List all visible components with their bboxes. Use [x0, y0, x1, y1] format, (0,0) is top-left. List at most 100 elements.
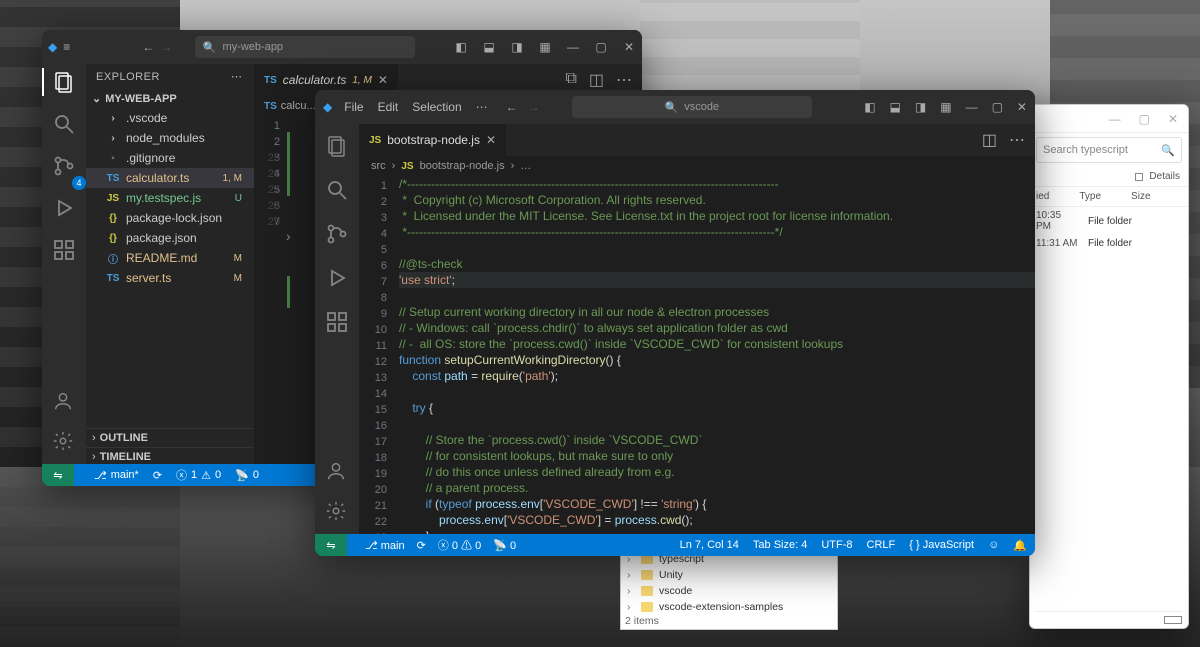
explorer-activity-icon[interactable]: [325, 134, 349, 158]
tree-item[interactable]: ◦.gitignore: [86, 148, 254, 168]
nav-fwd-button[interactable]: →: [528, 100, 540, 114]
extensions-activity-icon[interactable]: [325, 310, 349, 334]
layout-left-icon[interactable]: ◧: [454, 40, 468, 54]
menu-selection[interactable]: Selection: [412, 100, 461, 114]
tab-size[interactable]: Tab Size: 4: [753, 539, 807, 551]
tree-item[interactable]: {}package.json: [86, 228, 254, 248]
cursor-position[interactable]: Ln 7, Col 14: [680, 539, 739, 551]
editor-tab[interactable]: JS bootstrap-node.js ✕: [359, 124, 506, 156]
file-row[interactable]: 10:35 PMFile folder: [1030, 207, 1188, 235]
menu-edit[interactable]: Edit: [378, 100, 399, 114]
nav-back-button[interactable]: ←: [506, 100, 518, 114]
tree-item[interactable]: ›.vscode: [86, 108, 254, 128]
close-tab-icon[interactable]: ✕: [486, 133, 496, 147]
settings-gear-icon[interactable]: [52, 430, 76, 454]
account-icon[interactable]: [52, 390, 76, 414]
menu-file[interactable]: File: [344, 100, 363, 114]
layout-grid-icon[interactable]: ▦: [538, 40, 552, 54]
layout-right-icon[interactable]: ◨: [510, 40, 524, 54]
explorer-activity-icon[interactable]: [52, 70, 76, 94]
details-label[interactable]: Details: [1149, 171, 1180, 182]
remote-button[interactable]: ⇋: [315, 534, 347, 556]
minimize-button[interactable]: —: [966, 100, 978, 114]
sync-status[interactable]: ⟳: [153, 469, 162, 482]
view-toggle-icon[interactable]: [1135, 173, 1143, 181]
col-size[interactable]: Size: [1131, 191, 1150, 202]
more-icon[interactable]: ⋯: [1009, 130, 1025, 150]
maximize-button[interactable]: ▢: [594, 40, 608, 54]
debug-activity-icon[interactable]: [52, 196, 76, 220]
outline-section[interactable]: › OUTLINE: [86, 428, 254, 447]
breadcrumb[interactable]: src › JS bootstrap-node.js › …: [359, 156, 1035, 176]
layout-bottom-icon[interactable]: ⬓: [890, 100, 901, 114]
search-activity-icon[interactable]: [325, 178, 349, 202]
layout-grid-icon[interactable]: ▦: [940, 100, 951, 114]
folder-row[interactable]: ›Unity: [621, 567, 837, 583]
minimize-button[interactable]: —: [1109, 112, 1121, 126]
eol[interactable]: CRLF: [867, 539, 896, 551]
extensions-activity-icon[interactable]: [52, 238, 76, 262]
layout-right-icon[interactable]: ◨: [915, 100, 926, 114]
close-button[interactable]: ✕: [622, 40, 636, 54]
maximize-button[interactable]: ▢: [992, 100, 1003, 114]
breadcrumb-more[interactable]: …: [520, 160, 531, 172]
chevron-right-icon[interactable]: ›: [286, 228, 291, 244]
tree-item[interactable]: {}package-lock.json: [86, 208, 254, 228]
menu-icon[interactable]: ≡: [63, 40, 70, 54]
folder-row[interactable]: ›vscode: [621, 583, 837, 599]
file-explorer-tree-window[interactable]: ›typescript›Unity›vscode›vscode-extensio…: [620, 550, 838, 630]
col-modified[interactable]: ied: [1036, 191, 1049, 202]
branch-status[interactable]: ⎇ main: [365, 539, 405, 552]
maximize-button[interactable]: ▢: [1139, 112, 1150, 126]
tree-item[interactable]: ⓘREADME.mdM: [86, 248, 254, 268]
file-row[interactable]: 11:31 AMFile folder: [1030, 235, 1188, 252]
remote-button[interactable]: ⇋: [42, 464, 74, 486]
feedback-icon[interactable]: ☺: [988, 539, 999, 551]
folder-row[interactable]: ›vscode-extension-samples: [621, 599, 837, 615]
command-center[interactable]: 🔍 my-web-app: [195, 36, 415, 58]
tree-item[interactable]: JSmy.testspec.jsU: [86, 188, 254, 208]
branch-status[interactable]: ⎇ main*: [94, 469, 139, 482]
file-explorer-window[interactable]: — ▢ ✕ Search typescript 🔍 Details ied Ty…: [1029, 104, 1189, 629]
compare-icon[interactable]: ⧉: [565, 70, 576, 90]
settings-gear-icon[interactable]: [325, 500, 349, 524]
command-center[interactable]: 🔍 vscode: [572, 96, 812, 118]
tree-item[interactable]: TScalculator.ts1, M: [86, 168, 254, 188]
minimize-button[interactable]: —: [566, 40, 580, 54]
col-type[interactable]: Type: [1079, 191, 1101, 202]
more-icon[interactable]: ⋯: [231, 70, 244, 83]
close-button[interactable]: ✕: [1168, 112, 1178, 126]
view-slider-icon[interactable]: [1164, 616, 1182, 624]
timeline-section[interactable]: › TIMELINE: [86, 447, 254, 466]
debug-activity-icon[interactable]: [325, 266, 349, 290]
nav-fwd-button[interactable]: →: [160, 40, 172, 54]
vscode-window-main[interactable]: ◆ File Edit Selection ⋯ ← → 🔍 vscode ◧ ⬓…: [315, 90, 1035, 556]
close-tab-icon[interactable]: ✕: [378, 73, 388, 87]
split-editor-icon[interactable]: ◫: [589, 70, 604, 90]
scm-activity-icon[interactable]: [52, 154, 76, 178]
ports-status[interactable]: 📡 0: [493, 539, 516, 552]
explorer-search[interactable]: Search typescript 🔍: [1036, 137, 1182, 163]
editor-content[interactable]: /*--------------------------------------…: [399, 176, 1035, 534]
problems-status[interactable]: ⓧ 1 ⚠ 0: [176, 467, 221, 483]
search-activity-icon[interactable]: [52, 112, 76, 136]
nav-back-button[interactable]: ←: [142, 40, 154, 54]
more-icon[interactable]: ⋯: [616, 70, 632, 90]
menu-overflow-icon[interactable]: ⋯: [476, 100, 488, 114]
ports-status[interactable]: 📡 0: [235, 469, 259, 482]
notifications-icon[interactable]: 🔔: [1013, 539, 1027, 552]
problems-status[interactable]: ⓧ 0 ⚠ 0: [438, 537, 481, 553]
project-header[interactable]: ⌄ MY-WEB-APP: [86, 89, 254, 108]
sync-status[interactable]: ⟳: [417, 539, 426, 552]
layout-bottom-icon[interactable]: ⬓: [482, 40, 496, 54]
breadcrumb-file[interactable]: bootstrap-node.js: [420, 160, 505, 172]
account-icon[interactable]: [325, 460, 349, 484]
tree-item[interactable]: ›node_modules: [86, 128, 254, 148]
scm-activity-icon[interactable]: [325, 222, 349, 246]
layout-left-icon[interactable]: ◧: [864, 100, 875, 114]
split-editor-icon[interactable]: ◫: [982, 130, 997, 150]
tree-item[interactable]: TSserver.tsM: [86, 268, 254, 288]
language-mode[interactable]: { } JavaScript: [909, 539, 974, 551]
breadcrumb-folder[interactable]: src: [371, 160, 386, 172]
close-button[interactable]: ✕: [1017, 100, 1027, 114]
